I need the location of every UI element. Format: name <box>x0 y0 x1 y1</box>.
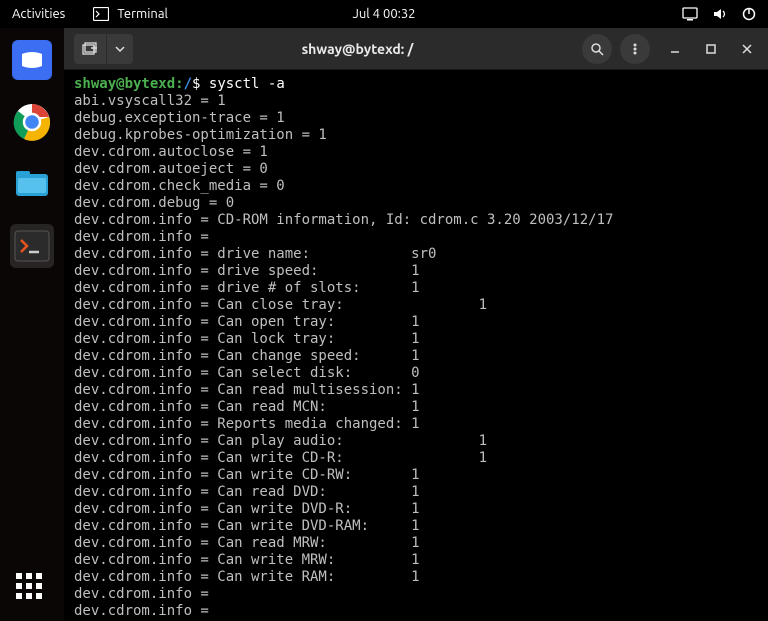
output-line: dev.cdrom.info = Can read DVD: 1 <box>74 484 758 501</box>
prompt-line: shway@bytexd:/$ sysctl -a <box>74 76 758 93</box>
output-line: dev.cdrom.info = Can read MRW: 1 <box>74 535 758 552</box>
dock-item-chrome[interactable] <box>10 100 54 144</box>
output-line: dev.cdrom.autoclose = 1 <box>74 144 758 161</box>
activities-button[interactable]: Activities <box>12 7 65 21</box>
terminal-body[interactable]: shway@bytexd:/$ sysctl -aabi.vsyscall32 … <box>64 70 768 621</box>
output-line: dev.cdrom.info = Can write DVD-R: 1 <box>74 501 758 518</box>
output-line: dev.cdrom.info = Can write RAM: 1 <box>74 569 758 586</box>
output-line: dev.cdrom.info = Can change speed: 1 <box>74 348 758 365</box>
volume-icon[interactable] <box>712 7 728 21</box>
terminal-icon <box>93 7 109 21</box>
clock[interactable]: Jul 4 00:32 <box>352 7 415 21</box>
output-line: dev.cdrom.info = <box>74 586 758 603</box>
output-line: dev.cdrom.info = drive name: sr0 <box>74 246 758 263</box>
prompt-path: / <box>184 76 192 92</box>
close-button[interactable] <box>736 38 758 60</box>
command-text: sysctl -a <box>200 76 284 92</box>
maximize-button[interactable] <box>700 38 722 60</box>
output-line: abi.vsyscall32 = 1 <box>74 93 758 110</box>
dock-item-terminal[interactable] <box>10 224 54 268</box>
new-tab-icon <box>74 34 107 64</box>
gnome-topbar: Activities Terminal Jul 4 00:32 <box>0 0 768 28</box>
search-button[interactable] <box>582 34 612 64</box>
active-app-indicator[interactable]: Terminal <box>93 7 168 21</box>
active-app-name: Terminal <box>117 7 168 21</box>
new-tab-button[interactable] <box>74 34 133 64</box>
output-line: dev.cdrom.info = Can write MRW: 1 <box>74 552 758 569</box>
output-line: dev.cdrom.check_media = 0 <box>74 178 758 195</box>
output-line: dev.cdrom.info = <box>74 603 758 620</box>
dock-item-files[interactable] <box>10 162 54 206</box>
output-line: dev.cdrom.autoeject = 0 <box>74 161 758 178</box>
output-line: dev.cdrom.info = <box>74 229 758 246</box>
output-line: dev.cdrom.info = Can lock tray: 1 <box>74 331 758 348</box>
minimize-button[interactable] <box>664 38 686 60</box>
output-line: debug.kprobes-optimization = 1 <box>74 127 758 144</box>
menu-button[interactable] <box>620 34 650 64</box>
output-line: dev.cdrom.info = Can play audio: 1 <box>74 433 758 450</box>
window-titlebar: shway@bytexd: / <box>64 28 768 70</box>
prompt-user: shway@bytexd <box>74 76 175 92</box>
power-icon[interactable] <box>742 7 756 21</box>
output-line: dev.cdrom.info = Reports media changed: … <box>74 416 758 433</box>
output-line: dev.cdrom.info = Can read MCN: 1 <box>74 399 758 416</box>
output-line: dev.cdrom.info = drive # of slots: 1 <box>74 280 758 297</box>
output-line: dev.cdrom.info = Can close tray: 1 <box>74 297 758 314</box>
screen-icon[interactable] <box>682 7 698 21</box>
window-title: shway@bytexd: / <box>141 41 574 57</box>
output-line: dev.cdrom.info = Can write CD-RW: 1 <box>74 467 758 484</box>
output-line: dev.cdrom.info = drive speed: 1 <box>74 263 758 280</box>
output-line: dev.cdrom.info = Can write CD-R: 1 <box>74 450 758 467</box>
output-line: dev.cdrom.info = Can read multisession: … <box>74 382 758 399</box>
output-line: dev.cdrom.info = Can select disk: 0 <box>74 365 758 382</box>
output-line: dev.cdrom.info = Can write DVD-RAM: 1 <box>74 518 758 535</box>
dock <box>0 28 64 621</box>
show-applications-button[interactable] <box>16 573 48 605</box>
output-line: dev.cdrom.info = CD-ROM information, Id:… <box>74 212 758 229</box>
terminal-window: shway@bytexd: / shway@bytexd:/$ sysctl -… <box>64 28 768 621</box>
output-line: dev.cdrom.info = Can open tray: 1 <box>74 314 758 331</box>
output-line: dev.cdrom.debug = 0 <box>74 195 758 212</box>
chevron-down-icon <box>107 34 133 64</box>
dock-item-software[interactable] <box>10 38 54 82</box>
output-line: debug.exception-trace = 1 <box>74 110 758 127</box>
